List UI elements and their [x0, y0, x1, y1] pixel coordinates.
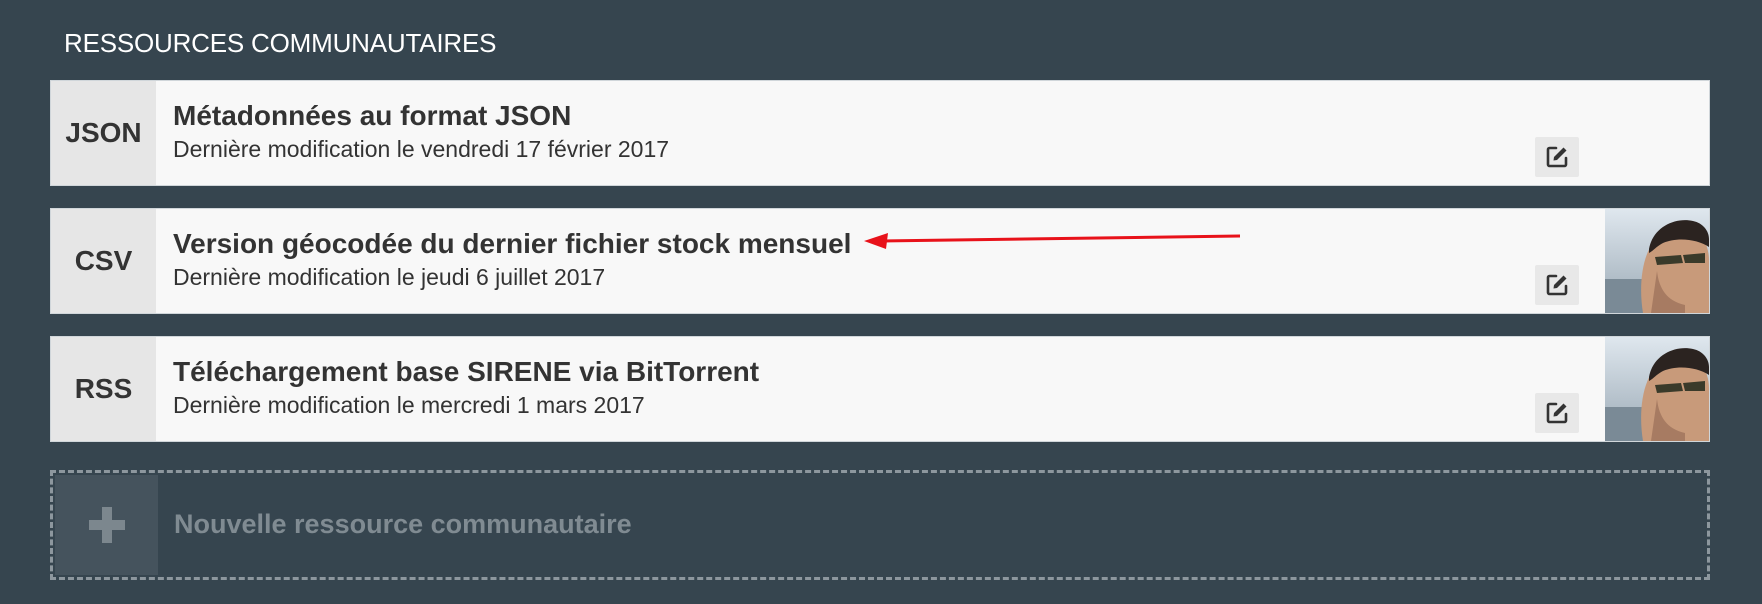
plus-icon [88, 507, 125, 543]
resource-last-modified: Dernière modification le jeudi 6 juillet… [173, 264, 606, 290]
resource-card-json[interactable]: JSON Métadonnées au format JSON Dernière… [50, 80, 1710, 186]
format-badge: CSV [51, 209, 156, 313]
new-community-resource-button[interactable]: Nouvelle ressource communautaire [50, 470, 1710, 580]
edit-icon [1546, 146, 1568, 168]
edit-icon [1546, 402, 1568, 424]
avatar[interactable] [1605, 337, 1709, 441]
edit-button[interactable] [1535, 265, 1579, 305]
resource-title[interactable]: Version géocodée du dernier fichier stoc… [173, 228, 851, 260]
user-avatar-photo [1605, 337, 1709, 441]
avatar[interactable] [1605, 209, 1709, 313]
section-title: RESSOURCES COMMUNAUTAIRES [64, 28, 497, 58]
format-badge: JSON [51, 81, 156, 185]
new-resource-label: Nouvelle ressource communautaire [174, 509, 632, 539]
red-arrow-annotation [864, 233, 1241, 249]
edit-icon [1546, 274, 1568, 296]
edit-button[interactable] [1535, 393, 1579, 433]
user-avatar-photo [1605, 209, 1709, 313]
format-badge: RSS [51, 337, 156, 441]
resource-card-rss[interactable]: RSS Téléchargement base SIRENE via BitTo… [50, 336, 1710, 442]
plus-box [55, 475, 158, 575]
resource-last-modified: Dernière modification le mercredi 1 mars… [173, 392, 645, 418]
resource-last-modified: Dernière modification le vendredi 17 fév… [173, 136, 670, 162]
resource-title[interactable]: Métadonnées au format JSON [173, 100, 571, 132]
resource-title[interactable]: Téléchargement base SIRENE via BitTorren… [173, 356, 759, 388]
edit-button[interactable] [1535, 137, 1579, 177]
